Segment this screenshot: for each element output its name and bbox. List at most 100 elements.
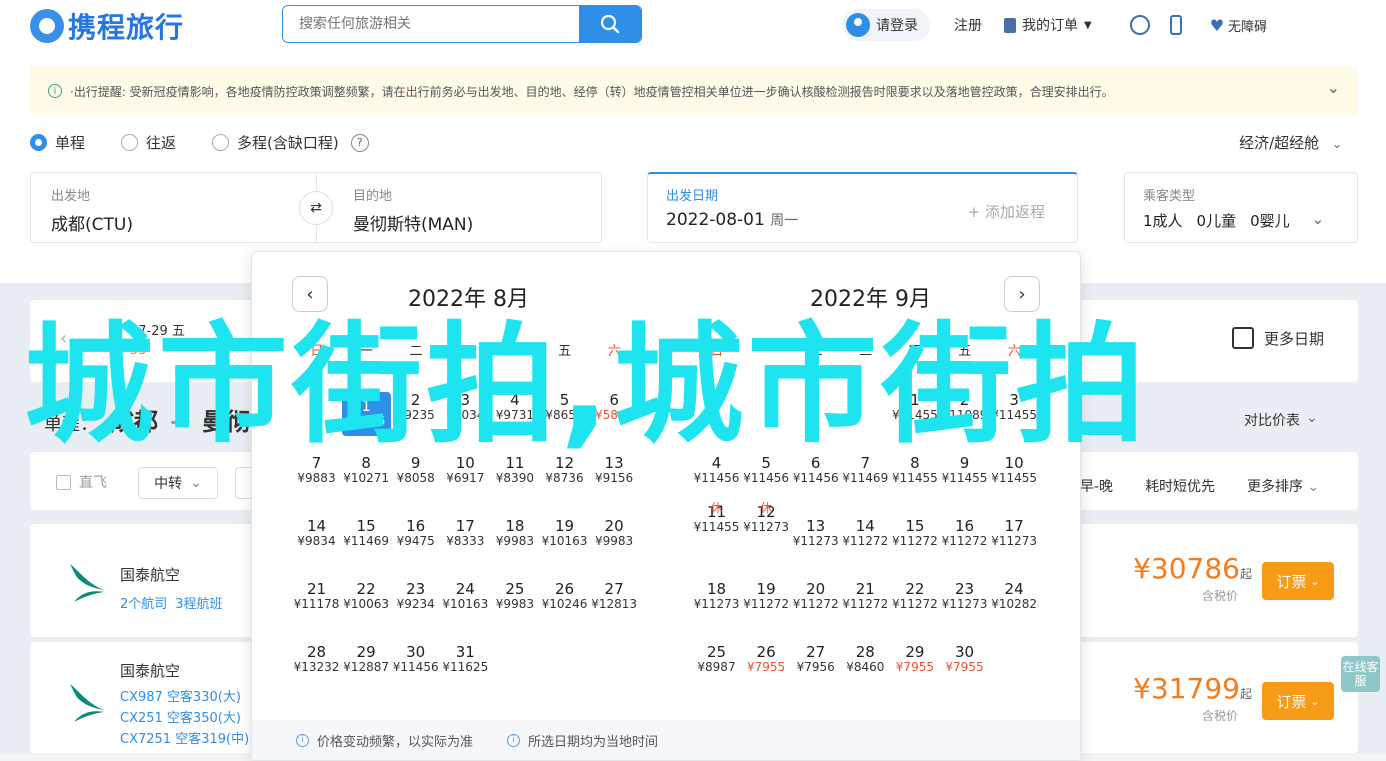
calendar-day[interactable]: 23 ¥11273 bbox=[940, 581, 989, 625]
flight-price: ¥30786 bbox=[1133, 552, 1240, 585]
online-service-tab[interactable]: 在线客服 bbox=[1341, 656, 1380, 692]
swap-route-icon[interactable]: ⇄ bbox=[299, 191, 333, 225]
day-price: ¥8987 bbox=[697, 660, 736, 674]
from-field[interactable]: 出发地 成都(CTU) bbox=[51, 185, 133, 235]
my-orders-menu[interactable]: 我的订单 ▼ bbox=[1004, 15, 1092, 35]
flight-leg[interactable]: CX7251 空客319(中) bbox=[120, 729, 249, 750]
passenger-field[interactable]: 乘客类型 1成人 0儿童 0婴儿 ⌄ bbox=[1124, 172, 1358, 243]
calendar-day[interactable]: 22 ¥10063 bbox=[342, 581, 391, 625]
calendar-day[interactable]: 15 ¥11469 bbox=[342, 518, 391, 562]
date-weekday: 周一 bbox=[770, 213, 799, 229]
calendar-day[interactable]: 20 ¥9983 bbox=[590, 518, 639, 562]
day-number: 16 bbox=[406, 517, 426, 535]
to-value: 曼彻斯特(MAN) bbox=[353, 215, 474, 235]
day-price: ¥9983 bbox=[595, 534, 634, 548]
calendar-day[interactable]: 15 ¥11272 bbox=[890, 518, 939, 562]
calendar-day[interactable]: 31 ¥11625 bbox=[441, 644, 490, 688]
calendar-day[interactable]: 17 ¥11273 bbox=[990, 518, 1039, 562]
calendar-day[interactable]: 19 ¥10163 bbox=[540, 518, 589, 562]
register-link[interactable]: 注册 bbox=[954, 15, 982, 35]
airline-count[interactable]: 2个航司 bbox=[120, 593, 167, 612]
day-number: 17 bbox=[1004, 517, 1024, 535]
day-number: 27 bbox=[806, 643, 826, 661]
calendar-day[interactable]: 休 11 ¥11455 bbox=[692, 502, 741, 562]
accessibility-link[interactable]: ♥ 无障碍 bbox=[1210, 16, 1267, 35]
help-icon[interactable]: ? bbox=[350, 133, 369, 152]
mobile-icon[interactable] bbox=[1169, 15, 1182, 35]
tax-note: 含税价 bbox=[1201, 709, 1238, 723]
calendar-day[interactable]: 13 ¥11273 bbox=[791, 518, 840, 562]
leg-count[interactable]: 3程航班 bbox=[175, 593, 222, 612]
calendar-day[interactable]: 25 ¥8987 bbox=[692, 644, 741, 688]
calendar-day[interactable]: 26 ¥10246 bbox=[540, 581, 589, 625]
day-number: 17 bbox=[455, 517, 475, 535]
calendar-day[interactable]: 24 ¥10282 bbox=[990, 581, 1039, 625]
calendar-day[interactable]: 休 12 ¥11273 bbox=[742, 502, 791, 562]
day-price: ¥11272 bbox=[842, 534, 889, 548]
expand-chevron-icon[interactable]: ⌄ bbox=[1327, 78, 1340, 97]
book-label: 订票 bbox=[1276, 692, 1307, 711]
day-number: 31 bbox=[455, 643, 475, 661]
calendar-day[interactable]: 24 ¥10163 bbox=[441, 581, 490, 625]
day-price: ¥11456 bbox=[792, 471, 839, 485]
calendar-day[interactable]: 21 ¥11272 bbox=[841, 581, 890, 625]
day-price: ¥9834 bbox=[297, 534, 336, 548]
calendar-day[interactable]: 28 ¥13232 bbox=[292, 644, 341, 688]
calendar-icon bbox=[1231, 327, 1254, 349]
headset-icon[interactable] bbox=[1129, 15, 1150, 35]
sort-early-late[interactable]: 早-晚 bbox=[1080, 476, 1113, 496]
day-price: ¥11455 bbox=[891, 471, 938, 485]
calendar-day[interactable]: 30 ¥7955 bbox=[940, 644, 989, 688]
login-button[interactable]: 请登录 bbox=[842, 9, 930, 41]
day-price: ¥7956 bbox=[796, 660, 835, 674]
flight-leg[interactable]: CX987 空客330(大) bbox=[120, 687, 249, 708]
sort-more[interactable]: 更多排序 ⌄ bbox=[1247, 476, 1319, 496]
calendar-day[interactable]: 28 ¥8460 bbox=[841, 644, 890, 688]
day-price: ¥7955 bbox=[895, 660, 934, 674]
day-price: ¥11272 bbox=[792, 597, 839, 611]
sort-shortest[interactable]: 耗时短优先 bbox=[1145, 476, 1215, 496]
calendar-day[interactable]: 27 ¥7956 bbox=[791, 644, 840, 688]
transfer-filter[interactable]: 中转 ⌄ bbox=[138, 467, 218, 499]
calendar-day[interactable]: 23 ¥9234 bbox=[391, 581, 440, 625]
calendar-day[interactable]: 18 ¥11273 bbox=[692, 581, 741, 625]
day-price: ¥11273 bbox=[792, 534, 839, 548]
trip-roundtrip[interactable]: 往返 bbox=[121, 132, 176, 153]
calendar-day[interactable]: 26 ¥7955 bbox=[742, 644, 791, 688]
calendar-day[interactable]: 16 ¥11272 bbox=[940, 518, 989, 562]
cabin-class-select[interactable]: 经济/超经舱 ⌄ bbox=[1239, 132, 1342, 153]
direct-only-checkbox[interactable]: 直飞 bbox=[56, 472, 107, 492]
search-button[interactable] bbox=[579, 6, 641, 42]
more-dates-button[interactable]: 更多日期 bbox=[1231, 327, 1324, 349]
calendar-day[interactable]: 20 ¥11272 bbox=[791, 581, 840, 625]
calendar-day[interactable]: 27 ¥12813 bbox=[590, 581, 639, 625]
search-input[interactable] bbox=[283, 6, 579, 42]
day-number: 24 bbox=[455, 580, 475, 598]
trip-multi[interactable]: 多程(含缺口程) bbox=[212, 132, 339, 153]
calendar-day[interactable]: 16 ¥9475 bbox=[391, 518, 440, 562]
site-logo[interactable]: 携程旅行 bbox=[30, 6, 184, 46]
pax-infant: 0婴儿 bbox=[1250, 212, 1290, 230]
calendar-day[interactable]: 17 ¥8333 bbox=[441, 518, 490, 562]
calendar-day[interactable]: 19 ¥11272 bbox=[742, 581, 791, 625]
day-number: 13 bbox=[806, 517, 826, 535]
calendar-day[interactable]: 25 ¥9983 bbox=[490, 581, 539, 625]
calendar-day[interactable]: 21 ¥11178 bbox=[292, 581, 341, 625]
price-compare-link[interactable]: 对比价表 ⌄ bbox=[1244, 410, 1318, 430]
to-field[interactable]: 目的地 曼彻斯特(MAN) bbox=[353, 185, 473, 235]
add-return-button[interactable]: + 添加返程 bbox=[968, 201, 1045, 222]
flight-leg[interactable]: CX251 空客350(大) bbox=[120, 708, 249, 729]
day-number: 29 bbox=[356, 643, 376, 661]
trip-oneway[interactable]: 单程 bbox=[30, 132, 85, 153]
calendar-day[interactable]: 14 ¥9834 bbox=[292, 518, 341, 562]
calendar-day[interactable]: 29 ¥12887 bbox=[342, 644, 391, 688]
book-label: 订票 bbox=[1276, 572, 1307, 591]
calendar-day[interactable]: 30 ¥11456 bbox=[391, 644, 440, 688]
calendar-day[interactable]: 18 ¥9983 bbox=[490, 518, 539, 562]
calendar-day[interactable]: 29 ¥7955 bbox=[890, 644, 939, 688]
calendar-day[interactable]: 22 ¥11272 bbox=[890, 581, 939, 625]
book-button[interactable]: 订票 ⌄ bbox=[1262, 682, 1334, 720]
calendar-day[interactable]: 14 ¥11272 bbox=[841, 518, 890, 562]
date-field[interactable]: 出发日期 2022-08-01 周一 + 添加返程 bbox=[647, 172, 1078, 243]
book-button[interactable]: 订票 ⌄ bbox=[1262, 562, 1334, 600]
